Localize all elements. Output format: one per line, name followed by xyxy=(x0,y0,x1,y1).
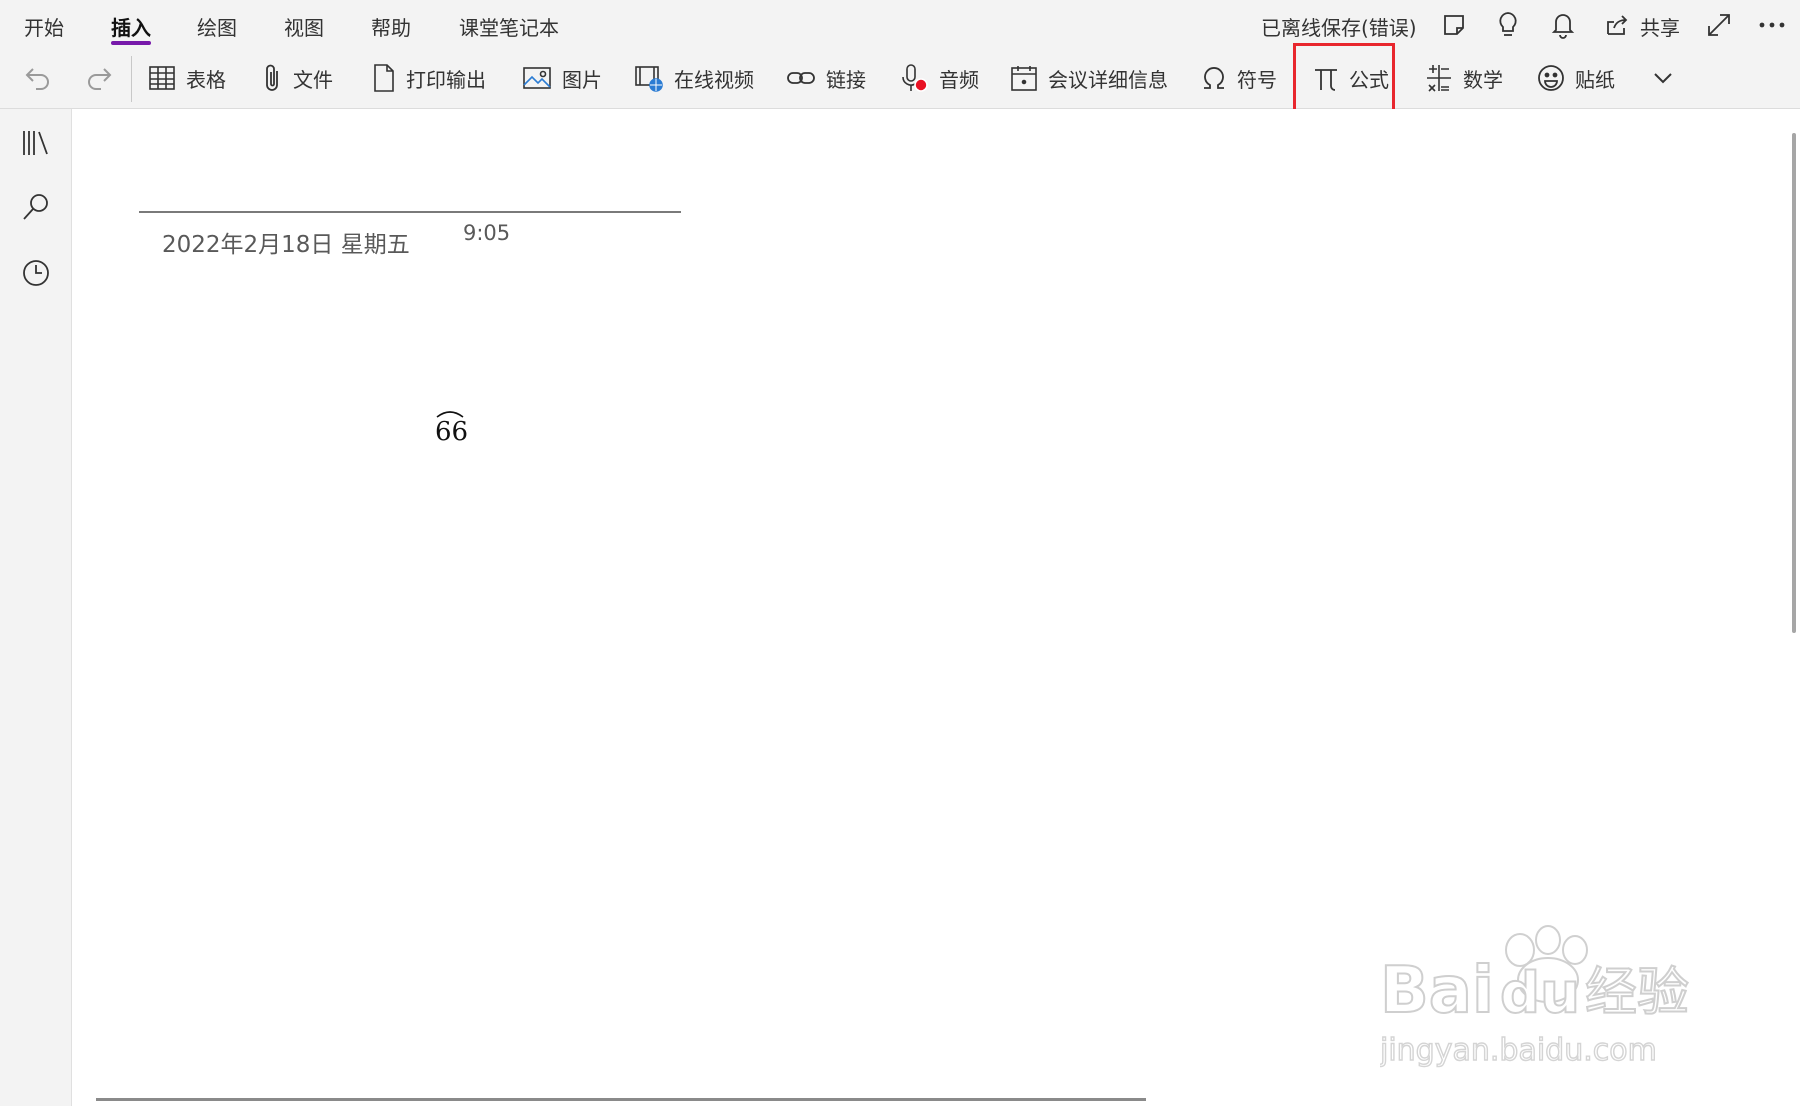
left-navigation xyxy=(0,109,72,1106)
audio-record-icon xyxy=(902,64,928,92)
table-icon xyxy=(149,66,175,90)
insert-toolbar: 表格 文件 打印输出 图片 在线视频 链接 音频 会议详细信息 符号 公式 数学… xyxy=(0,48,1800,108)
tab-home[interactable]: 开始 xyxy=(24,12,64,41)
bell-icon[interactable] xyxy=(1546,8,1580,42)
insert-symbol-button[interactable]: 符号 xyxy=(1201,56,1277,100)
insert-sticker-button[interactable]: 贴纸 xyxy=(1537,56,1615,100)
vertical-scrollbar[interactable] xyxy=(1792,133,1796,633)
insert-table-label: 表格 xyxy=(186,67,226,92)
ribbon: 开始 插入 绘图 视图 帮助 课堂笔记本 已离线保存(错误) 共享 表格 文件 … xyxy=(0,0,1800,109)
lightbulb-icon[interactable] xyxy=(1491,8,1525,42)
omega-icon xyxy=(1204,67,1224,89)
recent-clock-icon[interactable] xyxy=(18,255,54,291)
insert-online-video-button[interactable]: 在线视频 xyxy=(634,56,754,100)
notebooks-icon[interactable] xyxy=(18,125,54,161)
search-icon[interactable] xyxy=(18,189,54,225)
insert-equation-label: 公式 xyxy=(1349,67,1389,92)
record-audio-button[interactable]: 音频 xyxy=(901,56,979,100)
calendar-icon xyxy=(1011,66,1037,91)
math-label: 数学 xyxy=(1463,67,1503,92)
meeting-details-label: 会议详细信息 xyxy=(1048,67,1168,92)
insert-sticker-label: 贴纸 xyxy=(1575,67,1615,92)
share-button-label[interactable]: 共享 xyxy=(1640,12,1680,41)
math-button[interactable]: 数学 xyxy=(1425,56,1503,100)
record-audio-label: 音频 xyxy=(939,67,979,92)
online-video-icon xyxy=(635,66,663,92)
page-title-underline xyxy=(139,211,681,213)
math-operators-icon xyxy=(1427,65,1451,92)
insert-symbol-label: 符号 xyxy=(1237,67,1277,92)
insert-picture-button[interactable]: 图片 xyxy=(522,56,602,100)
active-tab-indicator xyxy=(111,41,151,45)
chevron-down-icon xyxy=(1654,73,1672,84)
tab-class-notebook[interactable]: 课堂笔记本 xyxy=(459,12,559,41)
insert-link-button[interactable]: 链接 xyxy=(786,56,866,100)
equation-content[interactable]: 66 xyxy=(435,417,468,447)
pi-icon xyxy=(1315,69,1337,91)
page-time: 9:05 xyxy=(463,221,511,245)
tab-insert[interactable]: 插入 xyxy=(111,12,151,41)
smiley-icon xyxy=(1538,65,1564,91)
save-status: 已离线保存(错误) xyxy=(1261,16,1417,40)
toolbar-separator xyxy=(131,56,132,102)
picture-icon xyxy=(523,67,551,89)
more-options-icon[interactable] xyxy=(1755,8,1789,42)
document-icon xyxy=(374,64,394,92)
insert-online-video-label: 在线视频 xyxy=(674,67,754,92)
insert-printout-label: 打印输出 xyxy=(406,67,486,92)
tab-help[interactable]: 帮助 xyxy=(371,12,411,41)
insert-printout-button[interactable]: 打印输出 xyxy=(372,56,486,100)
insert-file-label: 文件 xyxy=(293,67,333,92)
insert-file-button[interactable]: 文件 xyxy=(263,56,333,100)
redo-icon xyxy=(88,68,112,90)
undo-button[interactable] xyxy=(22,56,52,100)
insert-picture-label: 图片 xyxy=(562,67,602,92)
page-date: 2022年2月18日 星期五 xyxy=(162,232,410,258)
redo-button[interactable] xyxy=(85,56,115,100)
notebook-icon[interactable] xyxy=(1437,8,1471,42)
meeting-details-button[interactable]: 会议详细信息 xyxy=(1010,56,1168,100)
page-bottom-rule xyxy=(96,1098,1146,1101)
more-toolbar-button[interactable] xyxy=(1652,56,1674,100)
insert-equation-button[interactable]: 公式 xyxy=(1313,56,1389,100)
insert-table-button[interactable]: 表格 xyxy=(148,56,226,100)
link-icon xyxy=(787,72,815,84)
tab-draw[interactable]: 绘图 xyxy=(197,12,237,41)
undo-icon xyxy=(25,68,49,90)
expand-icon[interactable] xyxy=(1702,8,1736,42)
paperclip-icon xyxy=(266,64,278,91)
insert-link-label: 链接 xyxy=(826,67,866,92)
share-icon[interactable] xyxy=(1600,8,1634,42)
note-page[interactable]: 2022年2月18日 星期五 9:05 66 xyxy=(72,109,1800,1106)
tab-view[interactable]: 视图 xyxy=(284,12,324,41)
